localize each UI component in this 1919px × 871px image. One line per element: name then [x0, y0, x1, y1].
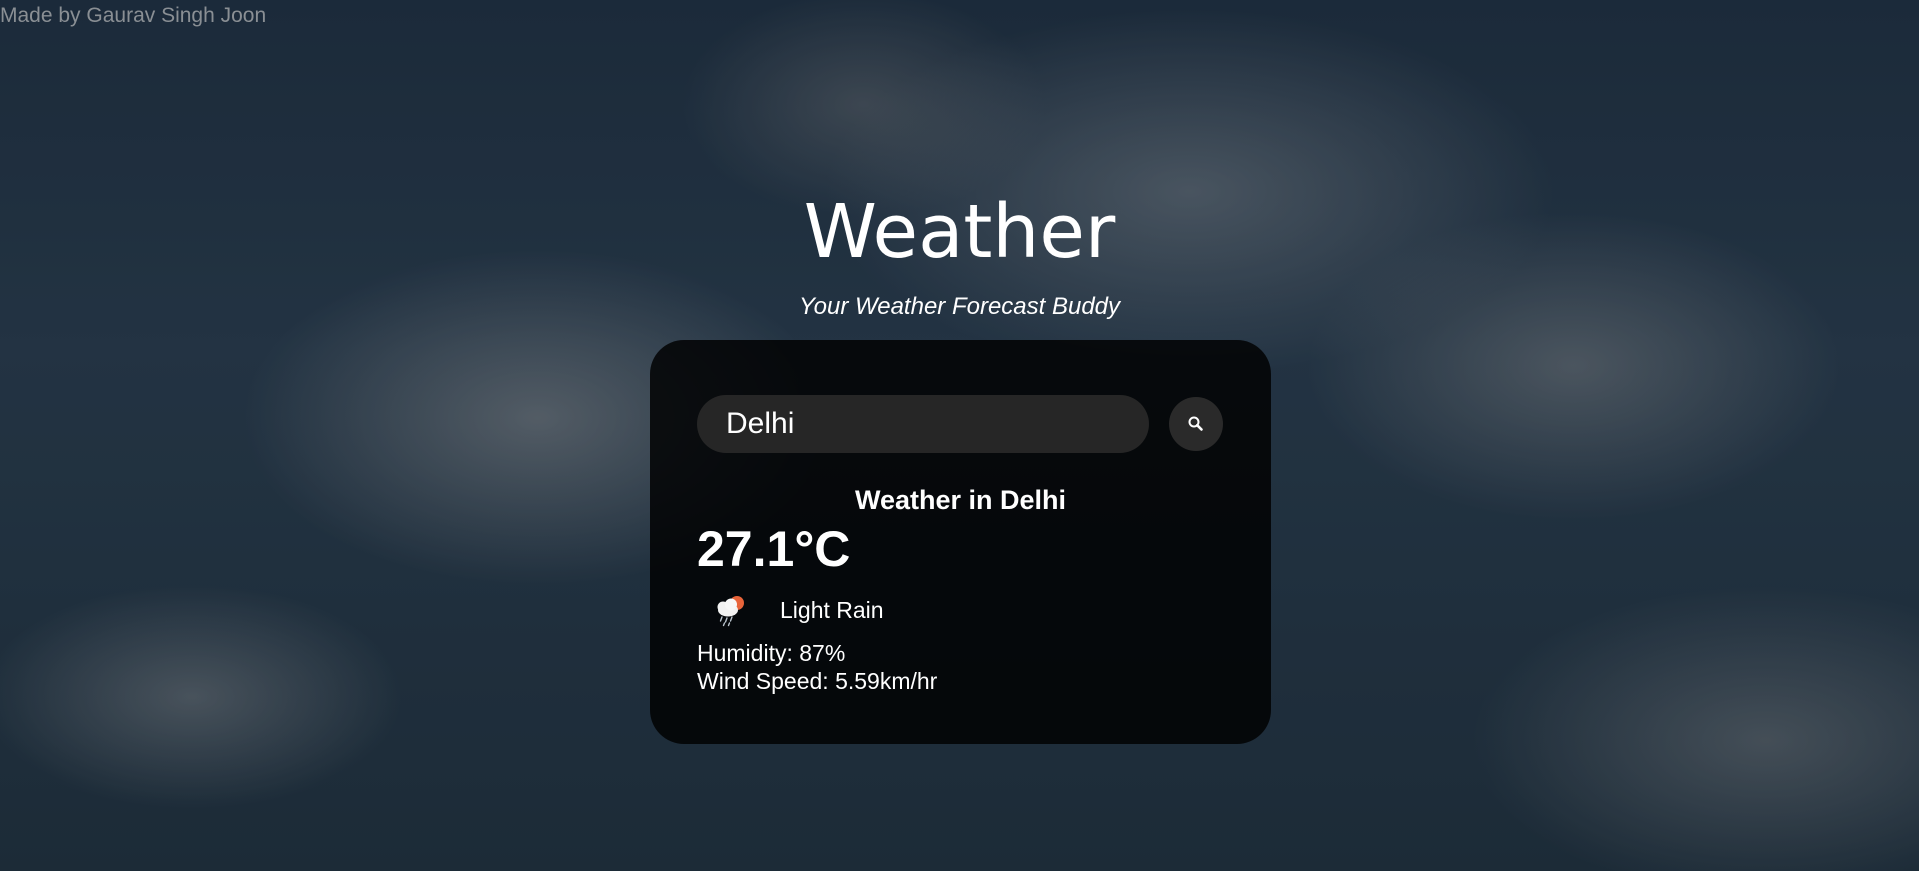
- weather-card: Weather in Delhi 27.1°C Light Rain Humid…: [650, 340, 1271, 744]
- page-subtitle: Your Weather Forecast Buddy: [798, 293, 1121, 320]
- city-search-input[interactable]: [697, 395, 1149, 453]
- wind-speed-text: Wind Speed: 5.59km/hr: [697, 668, 938, 694]
- condition-text: Light Rain: [780, 596, 884, 623]
- rain-cloud-sun-icon: [717, 596, 744, 627]
- humidity-text: Humidity: 87%: [697, 640, 846, 666]
- condition-row: Light Rain: [710, 588, 884, 632]
- weather-heading: Weather in Delhi: [854, 485, 1067, 515]
- temperature-value: 27.1°C: [697, 521, 851, 577]
- search-bar: [697, 395, 1227, 453]
- page-title: Weather: [803, 189, 1116, 275]
- search-button[interactable]: [1169, 397, 1223, 451]
- search-icon: [1188, 416, 1203, 431]
- credit-text: Made by Gaurav Singh Joon: [0, 4, 267, 27]
